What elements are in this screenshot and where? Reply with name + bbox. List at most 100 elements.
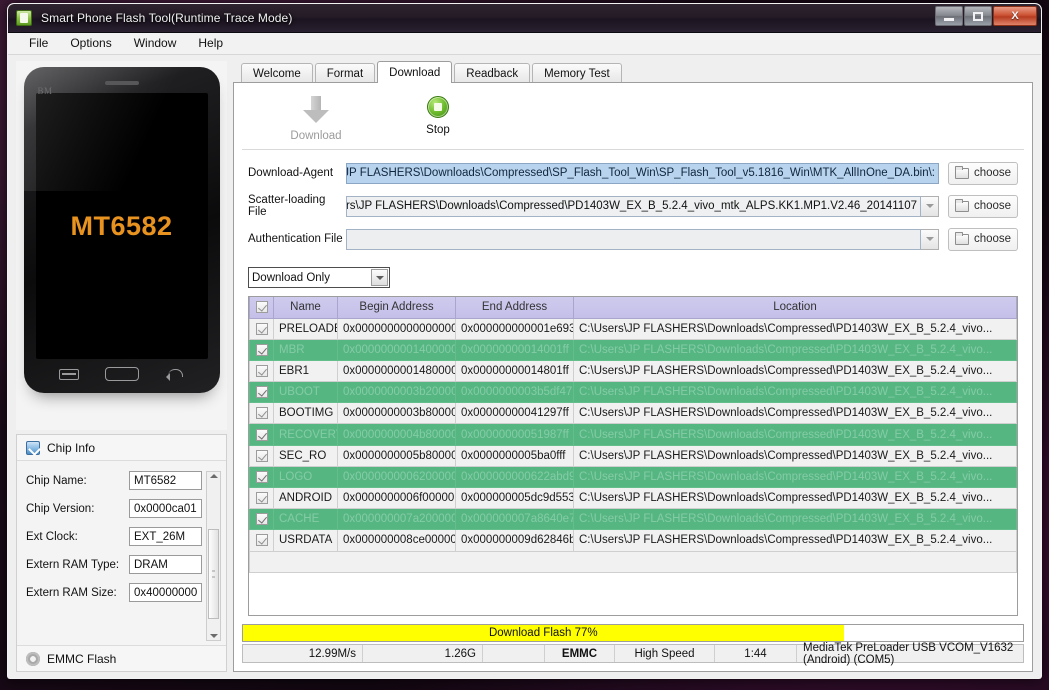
checkbox-icon[interactable] xyxy=(255,343,268,356)
download-agent-choose-button[interactable]: choose xyxy=(948,161,1018,185)
menu-file[interactable]: File xyxy=(18,34,59,53)
chip-info-title: Chip Info xyxy=(47,440,96,455)
row-checkbox-cell[interactable] xyxy=(249,486,274,510)
chip-info-scrollbar[interactable] xyxy=(206,471,222,641)
checkbox-icon[interactable] xyxy=(255,449,268,462)
stop-button[interactable]: Stop xyxy=(404,90,472,136)
table-row[interactable]: MBR 0x0000000001400000 0x00000000014001ff C… xyxy=(249,338,1017,361)
row-begin-address: 0x0000000003b80000 xyxy=(337,402,456,425)
menu-options[interactable]: Options xyxy=(59,34,122,53)
chip-info-panel: Chip Info Chip Name: MT6582 Chip Version… xyxy=(16,434,227,672)
status-speed: 12.99M/s xyxy=(243,645,363,662)
menu-window[interactable]: Window xyxy=(123,34,188,53)
checkbox-icon[interactable] xyxy=(255,428,268,441)
checkbox-icon[interactable] xyxy=(255,492,268,505)
chip-version-value[interactable]: 0x0000ca01 xyxy=(129,499,203,518)
table-row[interactable]: ANDROID 0x0000000006f00000 0x000000005dc9d… xyxy=(249,486,1017,510)
row-checkbox-cell[interactable] xyxy=(249,317,274,340)
back-key-icon xyxy=(166,367,184,381)
header-name[interactable]: Name xyxy=(273,297,338,319)
checkbox-icon[interactable] xyxy=(255,407,268,420)
auth-file-dropdown-button[interactable] xyxy=(921,228,939,250)
menu-help[interactable]: Help xyxy=(187,34,234,53)
row-begin-address: 0x000000007a200000 xyxy=(337,508,456,531)
header-select-all[interactable] xyxy=(249,297,274,319)
scroll-up-icon[interactable] xyxy=(209,474,218,478)
checkbox-icon[interactable] xyxy=(255,470,268,483)
progress-bar: Download Flash 77% xyxy=(242,624,1024,642)
emmc-flash-header[interactable]: EMMC Flash xyxy=(17,645,226,671)
table-row[interactable]: UBOOT 0x0000000003b20000 0x0000000003b5df4… xyxy=(249,381,1017,404)
table-row[interactable]: BOOTIMG 0x0000000003b80000 0x0000000004129… xyxy=(249,402,1017,425)
tab-download[interactable]: Download xyxy=(377,61,453,83)
header-location[interactable]: Location xyxy=(573,297,1017,319)
checkbox-icon[interactable] xyxy=(255,301,268,314)
row-begin-address: 0x0000000006200000 xyxy=(337,465,456,489)
row-checkbox-cell[interactable] xyxy=(249,465,274,489)
download-mode-dropdown-button[interactable] xyxy=(371,269,388,286)
partition-table-wrapper[interactable]: Name Begin Address End Address Location … xyxy=(248,296,1018,616)
menu-key-icon xyxy=(58,368,79,380)
tab-welcome[interactable]: Welcome xyxy=(241,63,313,83)
download-agent-input[interactable]: :\Users\JP FLASHERS\Downloads\Compressed… xyxy=(346,162,939,184)
scrollbar-thumb[interactable] xyxy=(208,529,220,620)
row-end-address: 0x000000007a8640e7 xyxy=(455,508,574,531)
extern-ram-size-value[interactable]: 0x40000000 xyxy=(129,583,203,602)
table-row[interactable]: SEC_RO 0x0000000005b80000 0x0000000005ba0f… xyxy=(249,444,1017,467)
status-size: 1.26G xyxy=(363,645,483,662)
header-begin-address[interactable]: Begin Address xyxy=(337,297,456,319)
chip-info-header[interactable]: Chip Info xyxy=(17,435,226,461)
table-row[interactable]: CACHE 0x000000007a200000 0x000000007a8640e… xyxy=(249,508,1017,531)
scatter-file-choose-button[interactable]: choose xyxy=(948,194,1018,218)
chip-name-value[interactable]: MT6582 xyxy=(129,471,203,490)
checkbox-icon[interactable] xyxy=(255,322,268,335)
checkbox-icon[interactable] xyxy=(255,364,268,377)
table-row[interactable]: USRDATA 0x000000008ce00000 0x000000009d628… xyxy=(249,529,1017,552)
row-checkbox-cell[interactable] xyxy=(249,508,274,531)
download-toolbar: Download Stop xyxy=(242,90,1024,150)
chip-field-extern-ram-type: Extern RAM Type: DRAM xyxy=(26,555,203,574)
row-checkbox-cell[interactable] xyxy=(249,338,274,361)
device-preview-panel: BM MT6582 xyxy=(16,61,227,430)
status-zone: Download Flash 77% 12.99M/s 1.26G EMMC H… xyxy=(242,624,1024,666)
status-bar: 12.99M/s 1.26G EMMC High Speed 1:44 Medi… xyxy=(242,642,1024,666)
row-location: C:\Users\JP FLASHERS\Downloads\Compresse… xyxy=(573,529,1017,552)
row-location: C:\Users\JP FLASHERS\Downloads\Compresse… xyxy=(573,402,1017,425)
scroll-down-icon[interactable] xyxy=(209,634,218,638)
scatter-file-dropdown-button[interactable] xyxy=(921,195,939,217)
auth-file-choose-label: choose xyxy=(973,233,1012,245)
row-checkbox-cell[interactable] xyxy=(249,359,274,383)
ext-clock-value[interactable]: EXT_26M xyxy=(129,527,203,546)
download-tab-panel: Download Stop Download-Agent :\Users\JP … xyxy=(233,82,1033,672)
tab-format[interactable]: Format xyxy=(314,63,376,83)
table-row[interactable]: RECOVERY 0x0000000004b80000 0x000000000519… xyxy=(249,423,1017,446)
checkbox-icon[interactable] xyxy=(255,386,268,399)
table-row[interactable]: PRELOADER0x00000000000000000x00000000000… xyxy=(249,317,1017,340)
download-button[interactable]: Download xyxy=(282,90,350,142)
row-checkbox-cell[interactable] xyxy=(249,444,274,467)
table-row[interactable]: EBR1 0x0000000001480000 0x00000000014801ff… xyxy=(249,359,1017,383)
table-row[interactable]: LOGO 0x0000000006200000 0x000000000622abd9… xyxy=(249,465,1017,489)
tab-memory-test[interactable]: Memory Test xyxy=(532,63,622,83)
row-checkbox-cell[interactable] xyxy=(249,423,274,446)
maximize-button[interactable] xyxy=(964,6,992,26)
tab-readback[interactable]: Readback xyxy=(454,63,531,83)
minimize-button[interactable] xyxy=(935,6,963,26)
row-end-address: 0x0000000005ba0fff xyxy=(455,444,574,467)
checkbox-icon[interactable] xyxy=(255,513,268,526)
extern-ram-type-value[interactable]: DRAM xyxy=(129,555,203,574)
header-end-address[interactable]: End Address xyxy=(455,297,574,319)
auth-file-choose-button[interactable]: choose xyxy=(948,227,1018,251)
window-body: BM MT6582 Chip Info Chip Name: MT6582 Ch… xyxy=(8,55,1041,678)
row-checkbox-cell[interactable] xyxy=(249,402,274,425)
partition-table-head: Name Begin Address End Address Location xyxy=(249,297,1017,319)
row-checkbox-cell[interactable] xyxy=(249,529,274,552)
close-button[interactable]: X xyxy=(993,6,1037,26)
checkbox-icon[interactable] xyxy=(255,534,268,547)
auth-file-input[interactable] xyxy=(346,228,921,250)
scatter-file-input[interactable]: C:\Users\JP FLASHERS\Downloads\Compresse… xyxy=(346,195,921,217)
row-checkbox-cell[interactable] xyxy=(249,381,274,404)
window-titlebar[interactable]: Smart Phone Flash Tool(Runtime Trace Mod… xyxy=(8,4,1041,33)
download-mode-select[interactable]: Download Only xyxy=(248,267,390,288)
scatter-file-label: Scatter-loading File xyxy=(248,194,326,218)
